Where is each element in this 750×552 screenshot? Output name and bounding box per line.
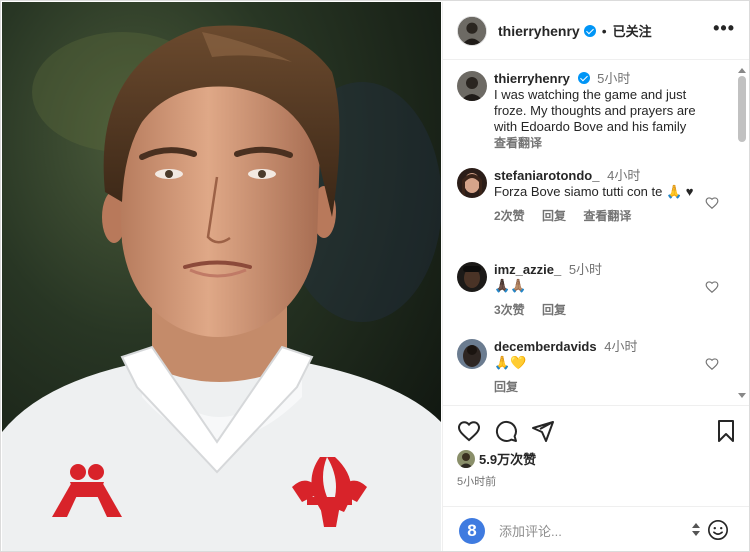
more-options-icon[interactable]: •••	[713, 18, 735, 39]
post-timestamp[interactable]: 5小时前	[457, 473, 496, 489]
add-comment-bar: 8	[443, 506, 749, 551]
caption-username[interactable]: thierryhenry	[494, 71, 570, 86]
comment-time: 4小时	[607, 168, 641, 183]
comment-text: 🙏🏿🙏🏽	[494, 278, 527, 293]
scroll-down-arrow-icon[interactable]	[738, 393, 746, 398]
post-details-panel: thierryhenry • 已关注 ••• thierryhenry 5小时 …	[442, 2, 749, 551]
post-header: thierryhenry • 已关注 •••	[443, 2, 749, 60]
scroll-up-arrow-icon[interactable]	[738, 68, 746, 73]
comment-text: Forza Bove siamo tutti con te 🙏 ♥	[494, 184, 694, 199]
comment-meta: 3次赞 回复	[494, 302, 708, 318]
smiley-icon[interactable]	[707, 519, 729, 541]
input-method-icon[interactable]: 8	[459, 518, 485, 544]
comment-body: imz_azzie_ 5小时 🙏🏿🙏🏽 3次赞 回复	[494, 262, 708, 318]
likes-summary[interactable]: 5.9万次赞	[457, 449, 536, 468]
verified-badge-icon	[583, 24, 596, 37]
comment-meta: 2次赞 回复 查看翻译	[494, 208, 708, 224]
instagram-post-window: thierryhenry • 已关注 ••• thierryhenry 5小时 …	[0, 0, 750, 552]
comment-body: stefaniarotondo_ 4小时 Forza Bove siamo tu…	[494, 168, 708, 224]
comment-text: 🙏💛	[494, 355, 527, 370]
caption-time: 5小时	[597, 71, 631, 86]
comment-icon[interactable]	[494, 419, 518, 443]
commenter-avatar[interactable]	[457, 262, 487, 292]
like-comment-heart-icon[interactable]	[705, 196, 719, 210]
scroll-thumb[interactable]	[738, 76, 746, 142]
comment-body: decemberdavids 4小时 🙏💛 回复	[494, 339, 708, 395]
liker-avatar	[457, 449, 475, 468]
author-avatar-image	[458, 16, 486, 45]
player-portrait-image	[2, 2, 441, 551]
caption-text: I was watching the game and just froze. …	[494, 87, 696, 134]
comment-likes[interactable]: 3次赞	[494, 303, 525, 317]
comment-input[interactable]	[499, 520, 679, 542]
comment-username[interactable]: imz_azzie_	[494, 262, 561, 277]
commenter-avatar-image	[457, 262, 487, 292]
post-actions: 5.9万次赞 5小时前 8	[443, 405, 749, 551]
comment-username[interactable]: stefaniarotondo_	[494, 168, 599, 183]
author-avatar[interactable]	[457, 15, 487, 46]
following-button[interactable]: 已关注	[613, 21, 652, 40]
comments-list: thierryhenry 5小时 I was watching the game…	[443, 61, 735, 404]
commenter-avatar-image	[457, 339, 487, 369]
reply-button[interactable]: 回复	[494, 380, 518, 394]
commenter-avatar-image	[457, 168, 487, 198]
comment-likes[interactable]: 2次赞	[494, 209, 525, 223]
comments-scrollbar[interactable]	[736, 62, 748, 404]
resize-arrows-icon[interactable]	[692, 522, 700, 538]
like-comment-heart-icon[interactable]	[705, 357, 719, 371]
author-username[interactable]: thierryhenry	[498, 23, 580, 39]
caption-avatar-image	[457, 71, 487, 101]
bookmark-icon[interactable]	[714, 419, 738, 443]
commenter-avatar[interactable]	[457, 339, 487, 369]
separator-dot: •	[601, 22, 607, 39]
caption-body: thierryhenry 5小时 I was watching the game…	[494, 71, 708, 151]
share-icon[interactable]	[531, 419, 555, 443]
comment-meta: 回复	[494, 379, 708, 395]
translate-link[interactable]: 查看翻译	[583, 209, 631, 223]
commenter-avatar[interactable]	[457, 168, 487, 198]
comment-username[interactable]: decemberdavids	[494, 339, 597, 354]
verified-badge-icon	[577, 72, 590, 84]
caption-avatar[interactable]	[457, 71, 487, 101]
reply-button[interactable]: 回复	[542, 303, 566, 317]
caption-translate-link[interactable]: 查看翻译	[494, 135, 708, 151]
comment-time: 4小时	[604, 339, 638, 354]
like-comment-heart-icon[interactable]	[705, 280, 719, 294]
likes-count[interactable]: 5.9万次赞	[479, 449, 536, 468]
heart-icon[interactable]	[457, 419, 481, 443]
comment-time: 5小时	[568, 262, 603, 277]
post-photo[interactable]	[2, 2, 441, 551]
reply-button[interactable]: 回复	[542, 209, 566, 223]
